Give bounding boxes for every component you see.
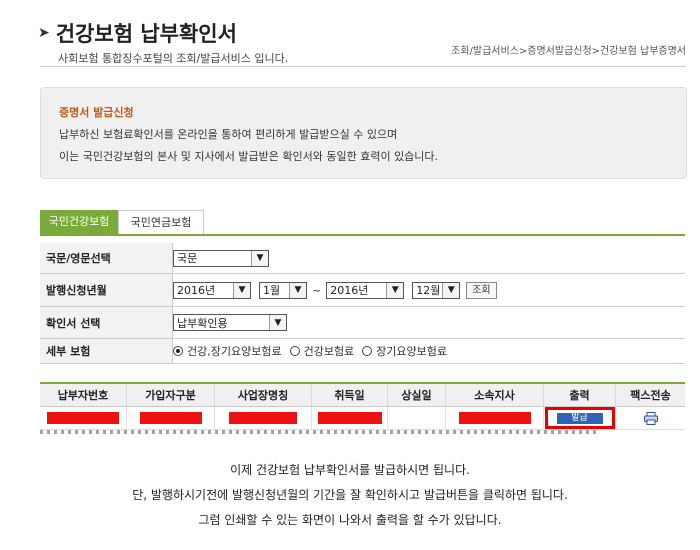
col-print: 출력 — [544, 384, 616, 406]
issue-button[interactable]: 발급 — [556, 412, 603, 424]
redaction-bar — [458, 412, 531, 424]
col-lost-date: 상실일 — [388, 384, 446, 406]
issue-highlight: 발급 — [544, 407, 615, 429]
radio-longterm[interactable]: 장기요양보험료 — [362, 343, 447, 359]
page-title-text: 건강보험 납부확인서 — [55, 22, 237, 46]
col-subscriber-type: 가입자구분 — [127, 384, 215, 406]
to-month-select[interactable]: 12월 ▼ — [412, 281, 461, 299]
from-year-select[interactable]: 2016년 ▼ — [173, 281, 251, 299]
language-select[interactable]: 국문 ▼ — [173, 249, 269, 267]
radio-health-label: 건강보험료 — [303, 345, 355, 358]
scan-artifact — [40, 430, 600, 434]
to-month-value: 12월 — [416, 284, 441, 297]
cell-acquired-date — [312, 407, 388, 429]
breadcrumb[interactable]: 조회/발급서비스>증명서발급신청>건강보험 납부증명서 — [451, 42, 686, 57]
table-header: 납부자번호 가입자구분 사업장명칭 취득일 상실일 소속지사 출력 팩스전송 — [40, 382, 685, 407]
cert-type-label: 확인서 선택 — [40, 307, 173, 338]
col-workplace-name: 사업장명칭 — [215, 384, 312, 406]
language-label: 국문/영문선택 — [40, 243, 173, 273]
col-acquired-date: 취득일 — [312, 384, 388, 406]
redaction-bar — [229, 412, 297, 424]
page-title: ➤ 건강보험 납부확인서 — [38, 18, 237, 48]
radio-health-longterm[interactable]: 건강,장기요양보험료 — [173, 343, 282, 359]
cert-type-value: 납부확인용 — [177, 316, 228, 330]
radio-health-longterm-label: 건강,장기요양보험료 — [187, 345, 282, 358]
to-year-select[interactable]: 2016년 ▼ — [326, 281, 405, 299]
from-month-value: 1월 — [263, 284, 281, 297]
printer-icon[interactable] — [643, 411, 658, 425]
from-year-value: 2016년 — [177, 284, 216, 297]
header-divider — [40, 66, 686, 67]
chevron-down-icon: ▼ — [233, 282, 250, 298]
chevron-down-icon: ▼ — [386, 282, 404, 298]
cell-branch — [446, 407, 544, 429]
col-fax: 팩스전송 — [630, 389, 671, 402]
redaction-bar — [317, 412, 382, 424]
form-row-language: 국문/영문선택 국문 ▼ — [40, 243, 685, 274]
radio-health[interactable]: 건강보험료 — [289, 343, 355, 359]
col-payer-number: 납부자번호 — [40, 384, 127, 406]
insurance-label: 세부 보험 — [40, 339, 173, 363]
radio-off-icon — [362, 346, 373, 356]
redaction-bar — [139, 412, 202, 424]
to-year-value: 2016년 — [330, 284, 369, 297]
chevron-down-icon: ▼ — [289, 282, 306, 298]
from-month-select[interactable]: 1월 ▼ — [259, 281, 307, 299]
cell-fax — [616, 407, 685, 429]
tab-underline — [40, 234, 685, 236]
tab-health-insurance[interactable]: 국민건강보험 — [40, 210, 118, 234]
period-label: 발행신청년월 — [40, 274, 173, 306]
result-table: 납부자번호 가입자구분 사업장명칭 취득일 상실일 소속지사 출력 팩스전송 발… — [40, 382, 685, 430]
form-row-period: 발행신청년월 2016년 ▼ 1월 ▼ ~ 2016년 ▼ 12월 ▼ 조회 — [40, 274, 685, 307]
caption-line-1: 이제 건강보험 납부확인서를 발급하시면 됩니다. — [230, 463, 470, 477]
info-box: 증명서 발급신청 납부하신 보험료확인서를 온라인을 통하여 편리하게 발급받으… — [40, 87, 687, 179]
cell-workplace-name — [215, 407, 312, 429]
period-tilde: ~ — [312, 283, 322, 297]
chevron-down-icon: ▼ — [442, 282, 460, 298]
form-row-cert-type: 확인서 선택 납부확인용 ▼ — [40, 307, 685, 339]
chevron-down-icon: ▼ — [251, 250, 268, 266]
tab-pension-insurance[interactable]: 국민연금보험 — [118, 210, 204, 234]
cell-payer-number — [40, 407, 127, 429]
radio-off-icon — [289, 346, 300, 356]
radio-longterm-label: 장기요양보험료 — [376, 345, 448, 358]
info-line-1: 납부하신 보험료확인서를 온라인을 통하여 편리하게 발급받으실 수 있으며 — [59, 128, 398, 141]
caption-line-3: 그럼 인쇄할 수 있는 화면이 나와서 출력을 할 수가 있답니다. — [198, 513, 502, 527]
col-branch: 소속지사 — [446, 384, 544, 406]
cell-subscriber-type — [127, 407, 215, 429]
info-title: 증명서 발급신청 — [59, 106, 134, 119]
redaction-bar — [47, 412, 119, 424]
table-row: 발급 — [40, 407, 685, 430]
chevron-down-icon: ▼ — [269, 315, 286, 330]
cell-lost-date — [388, 407, 446, 429]
search-button[interactable]: 조회 — [466, 281, 497, 299]
form-row-insurance: 세부 보험 건강,장기요양보험료 건강보험료 장기요양보험료 — [40, 339, 685, 364]
title-arrow-icon: ➤ — [38, 25, 50, 41]
cert-type-select[interactable]: 납부확인용 ▼ — [173, 314, 287, 331]
page-subtitle: 사회보험 통합징수포털의 조회/발급서비스 입니다. — [58, 52, 289, 65]
cell-print: 발급 — [544, 407, 616, 429]
language-select-value: 국문 — [177, 252, 198, 265]
radio-on-icon — [173, 346, 183, 356]
insurance-tabs: 국민건강보험 국민연금보험 — [40, 210, 204, 234]
info-line-2: 이는 국민건강보험의 본사 및 지사에서 발급받은 확인서와 동일한 효력이 있… — [59, 150, 439, 163]
caption-line-2: 단, 발행하시기전에 발행신청년월의 기간을 잘 확인하시고 발급버튼을 클릭하… — [132, 488, 568, 502]
